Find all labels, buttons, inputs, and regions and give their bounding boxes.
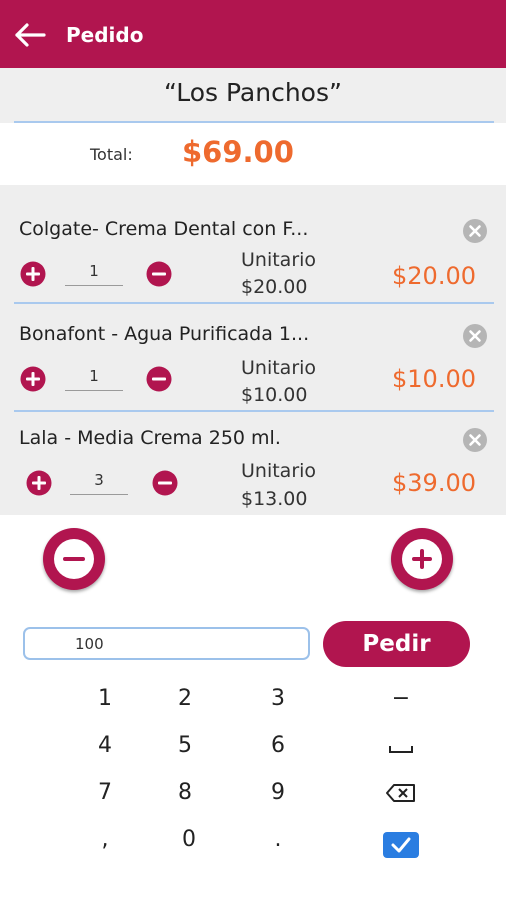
increase-button[interactable] bbox=[391, 528, 453, 590]
arrow-left-icon bbox=[15, 23, 46, 47]
key-2[interactable]: 2 bbox=[150, 679, 220, 719]
page-title: Pedido bbox=[66, 23, 144, 47]
key-7[interactable]: 7 bbox=[70, 773, 140, 813]
unit-label: Unitario bbox=[241, 249, 317, 271]
decrease-quantity-button[interactable] bbox=[146, 261, 172, 287]
close-circle-icon bbox=[463, 219, 487, 243]
done-check-icon bbox=[383, 832, 419, 858]
store-name: “Los Panchos” bbox=[164, 78, 342, 107]
quantity-value[interactable]: 1 bbox=[65, 365, 123, 391]
plus-circle-icon bbox=[26, 470, 52, 496]
app-bar: Pedido bbox=[0, 0, 506, 68]
unit-price: $10.00 bbox=[241, 384, 308, 406]
remove-item-button[interactable] bbox=[462, 323, 488, 349]
item-divider bbox=[14, 302, 494, 304]
order-items-list: Colgate- Crema Dental con F... 1 Unitari… bbox=[0, 185, 506, 515]
key-1[interactable]: 1 bbox=[70, 679, 140, 719]
quantity-value[interactable]: 3 bbox=[70, 469, 128, 495]
key-3[interactable]: 3 bbox=[243, 679, 313, 719]
remove-item-button[interactable] bbox=[462, 427, 488, 453]
item-subtotal: $10.00 bbox=[392, 365, 476, 393]
decrease-quantity-button[interactable] bbox=[152, 470, 178, 496]
item-subtotal: $39.00 bbox=[392, 469, 476, 497]
list-item: Bonafont - Agua Purificada 1... 1 Unitar… bbox=[0, 321, 506, 426]
key-8[interactable]: 8 bbox=[150, 773, 220, 813]
key-space[interactable] bbox=[366, 726, 436, 766]
increase-quantity-button[interactable] bbox=[26, 470, 52, 496]
minus-circle-icon bbox=[146, 366, 172, 392]
unit-label: Unitario bbox=[241, 357, 317, 379]
order-total-row: Total: $69.00 bbox=[0, 123, 506, 185]
key-4[interactable]: 4 bbox=[70, 726, 140, 766]
back-button[interactable] bbox=[12, 20, 48, 50]
decrease-button[interactable] bbox=[43, 528, 105, 590]
quantity-input[interactable] bbox=[23, 627, 310, 660]
increase-quantity-button[interactable] bbox=[20, 261, 46, 287]
store-header: “Los Panchos” bbox=[0, 68, 506, 123]
key-period[interactable]: . bbox=[243, 820, 313, 860]
unit-price: $20.00 bbox=[241, 276, 308, 298]
remove-item-button[interactable] bbox=[462, 218, 488, 244]
key-comma[interactable]: , bbox=[70, 820, 140, 860]
plus-circle-icon bbox=[20, 261, 46, 287]
item-name: Colgate- Crema Dental con F... bbox=[19, 218, 309, 240]
total-value: $69.00 bbox=[182, 135, 294, 169]
item-name: Bonafont - Agua Purificada 1... bbox=[19, 323, 310, 345]
order-button[interactable]: Pedir bbox=[323, 621, 470, 667]
unit-price: $13.00 bbox=[241, 488, 308, 510]
decrease-quantity-button[interactable] bbox=[146, 366, 172, 392]
increase-quantity-button[interactable] bbox=[20, 366, 46, 392]
key-6[interactable]: 6 bbox=[243, 726, 313, 766]
item-name: Lala - Media Crema 250 ml. bbox=[19, 427, 281, 449]
key-backspace[interactable] bbox=[366, 773, 436, 813]
item-subtotal: $20.00 bbox=[392, 262, 476, 290]
key-0[interactable]: 0 bbox=[154, 820, 224, 860]
minus-circle-icon bbox=[146, 261, 172, 287]
item-divider bbox=[14, 410, 494, 412]
list-item: Lala - Media Crema 250 ml. 3 Unitario $1… bbox=[0, 425, 506, 530]
unit-label: Unitario bbox=[241, 460, 317, 482]
plus-icon bbox=[402, 539, 442, 579]
total-label: Total: bbox=[90, 145, 133, 164]
close-circle-icon bbox=[463, 428, 487, 452]
key-done[interactable] bbox=[366, 831, 436, 871]
key-9[interactable]: 9 bbox=[243, 773, 313, 813]
backspace-icon bbox=[386, 784, 415, 802]
plus-circle-icon bbox=[20, 366, 46, 392]
minus-circle-icon bbox=[152, 470, 178, 496]
key-minus[interactable]: − bbox=[366, 679, 436, 719]
key-5[interactable]: 5 bbox=[150, 726, 220, 766]
minus-icon bbox=[54, 539, 94, 579]
close-circle-icon bbox=[463, 324, 487, 348]
space-icon bbox=[389, 746, 413, 753]
quantity-value[interactable]: 1 bbox=[65, 260, 123, 286]
list-item: Colgate- Crema Dental con F... 1 Unitari… bbox=[0, 216, 506, 321]
